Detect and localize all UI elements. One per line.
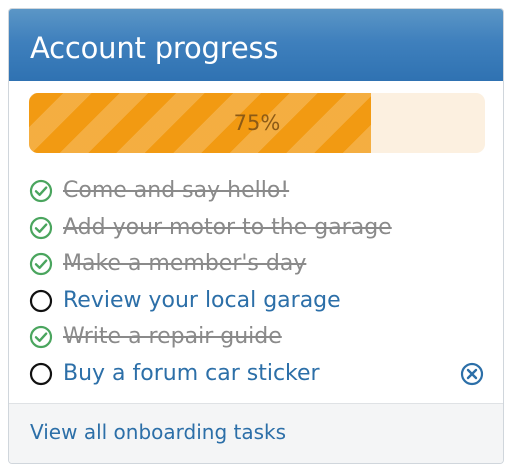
view-all-tasks-link[interactable]: View all onboarding tasks	[30, 418, 286, 446]
dismiss-button[interactable]	[460, 362, 484, 386]
task-item[interactable]: Buy a forum car sticker	[9, 356, 503, 393]
task-label[interactable]: Review your local garage	[63, 283, 341, 319]
task-item[interactable]: Review your local garage	[9, 283, 503, 320]
check-circle-icon	[29, 325, 53, 349]
task-label: Add your motor to the garage	[63, 214, 392, 240]
task-list: Come and say hello! Add your motor to the…	[9, 173, 503, 392]
task-label: Come and say hello!	[63, 178, 290, 203]
task-label[interactable]: Buy a forum car sticker	[63, 356, 320, 392]
widget-header: Account progress	[9, 9, 503, 81]
check-circle-icon	[29, 179, 53, 203]
task-item: Come and say hello!	[9, 173, 503, 210]
task-item: Write a repair guide	[9, 319, 503, 356]
empty-circle-icon	[29, 362, 53, 386]
close-circle-icon	[460, 362, 484, 385]
widget-footer: View all onboarding tasks	[9, 403, 503, 463]
task-item: Add your motor to the garage	[9, 210, 503, 247]
check-circle-icon	[29, 216, 53, 240]
widget-title: Account progress	[30, 31, 279, 65]
task-item: Make a member's day	[9, 246, 503, 283]
progress-bar: 75%	[29, 93, 485, 153]
progress-percent-label: 75%	[233, 111, 281, 135]
account-progress-widget: Account progress 75% Come and say hello!…	[8, 8, 504, 464]
empty-circle-icon	[29, 289, 53, 313]
widget-body: 75% Come and say hello! Add your motor to…	[9, 81, 503, 405]
check-circle-icon	[29, 252, 53, 276]
task-label: Write a repair guide	[63, 324, 282, 349]
task-label: Make a member's day	[63, 251, 307, 276]
